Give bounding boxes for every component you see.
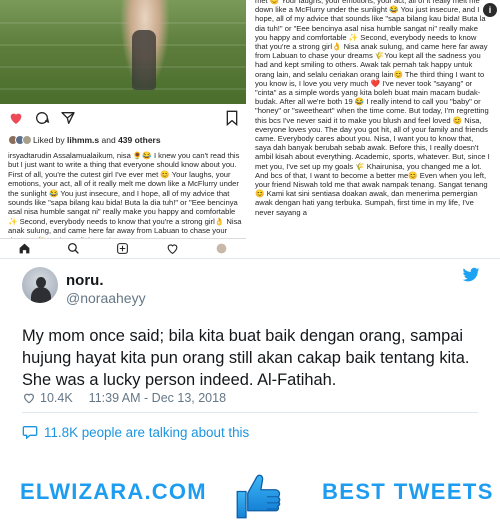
tweet-text: My mom once said; bila kita buat baik de… — [22, 327, 470, 389]
instagram-screenshots: Liked by lihmm.s and 439 others irsyadta… — [0, 0, 500, 258]
profile-icon[interactable] — [215, 242, 228, 255]
post-caption: irsyadtarudin Assalamualaikum, nisa 🌻😂 I… — [8, 151, 242, 245]
liked-by: Liked by lihmm.s and 439 others — [8, 133, 161, 147]
home-icon[interactable] — [18, 242, 31, 255]
liked-by-prefix: Liked by — [33, 135, 68, 145]
brand-name[interactable]: ELWIZARA.COM — [20, 479, 207, 505]
post-photo — [0, 0, 246, 104]
search-icon[interactable] — [67, 242, 80, 255]
info-icon[interactable]: i — [483, 3, 497, 17]
instagram-bottom-nav — [0, 238, 246, 258]
comment-icon[interactable] — [34, 110, 50, 126]
tweet-timestamp[interactable]: 11:39 AM - Dec 13, 2018 — [89, 391, 226, 405]
liked-by-count[interactable]: 439 others — [118, 135, 161, 145]
share-icon[interactable] — [60, 110, 76, 126]
add-post-icon[interactable] — [116, 242, 129, 255]
post-actions — [8, 110, 76, 126]
liked-by-user[interactable]: lihmm.s — [67, 135, 99, 145]
avatar[interactable] — [22, 267, 58, 303]
display-name[interactable]: noru. — [66, 272, 104, 289]
heart-icon[interactable] — [8, 110, 24, 126]
heart-icon[interactable] — [22, 391, 36, 405]
conversation-link[interactable]: 11.8K people are talking about this — [22, 424, 249, 440]
activity-heart-icon[interactable] — [166, 242, 179, 255]
instagram-post-left: Liked by lihmm.s and 439 others irsyadta… — [0, 0, 246, 258]
footer-banner: ELWIZARA.COM BEST TWEETS — [0, 465, 500, 524]
like-count[interactable]: 10.4K — [40, 391, 73, 405]
user-handle[interactable]: @noraaheyy — [66, 290, 146, 306]
meta-divider — [22, 412, 478, 413]
liked-by-and: and — [99, 135, 119, 145]
liker-avatars — [8, 135, 32, 145]
speech-bubble-icon — [22, 426, 38, 440]
best-tweets-label: BEST TWEETS — [322, 479, 494, 504]
tweet-meta: 10.4K 11:39 AM - Dec 13, 2018 — [22, 389, 226, 407]
twitter-bird-icon[interactable] — [462, 267, 480, 283]
caption-continued: met 😊 Your laughs, your emotions, your a… — [255, 0, 492, 217]
bookmark-icon[interactable] — [225, 110, 239, 126]
thumbs-up-icon — [236, 474, 281, 519]
tweet-card: noru. @noraaheyy My mom once said; bila … — [0, 259, 500, 465]
conversation-text[interactable]: 11.8K people are talking about this — [44, 425, 249, 440]
instagram-post-right: met 😊 Your laughs, your emotions, your a… — [249, 0, 500, 258]
